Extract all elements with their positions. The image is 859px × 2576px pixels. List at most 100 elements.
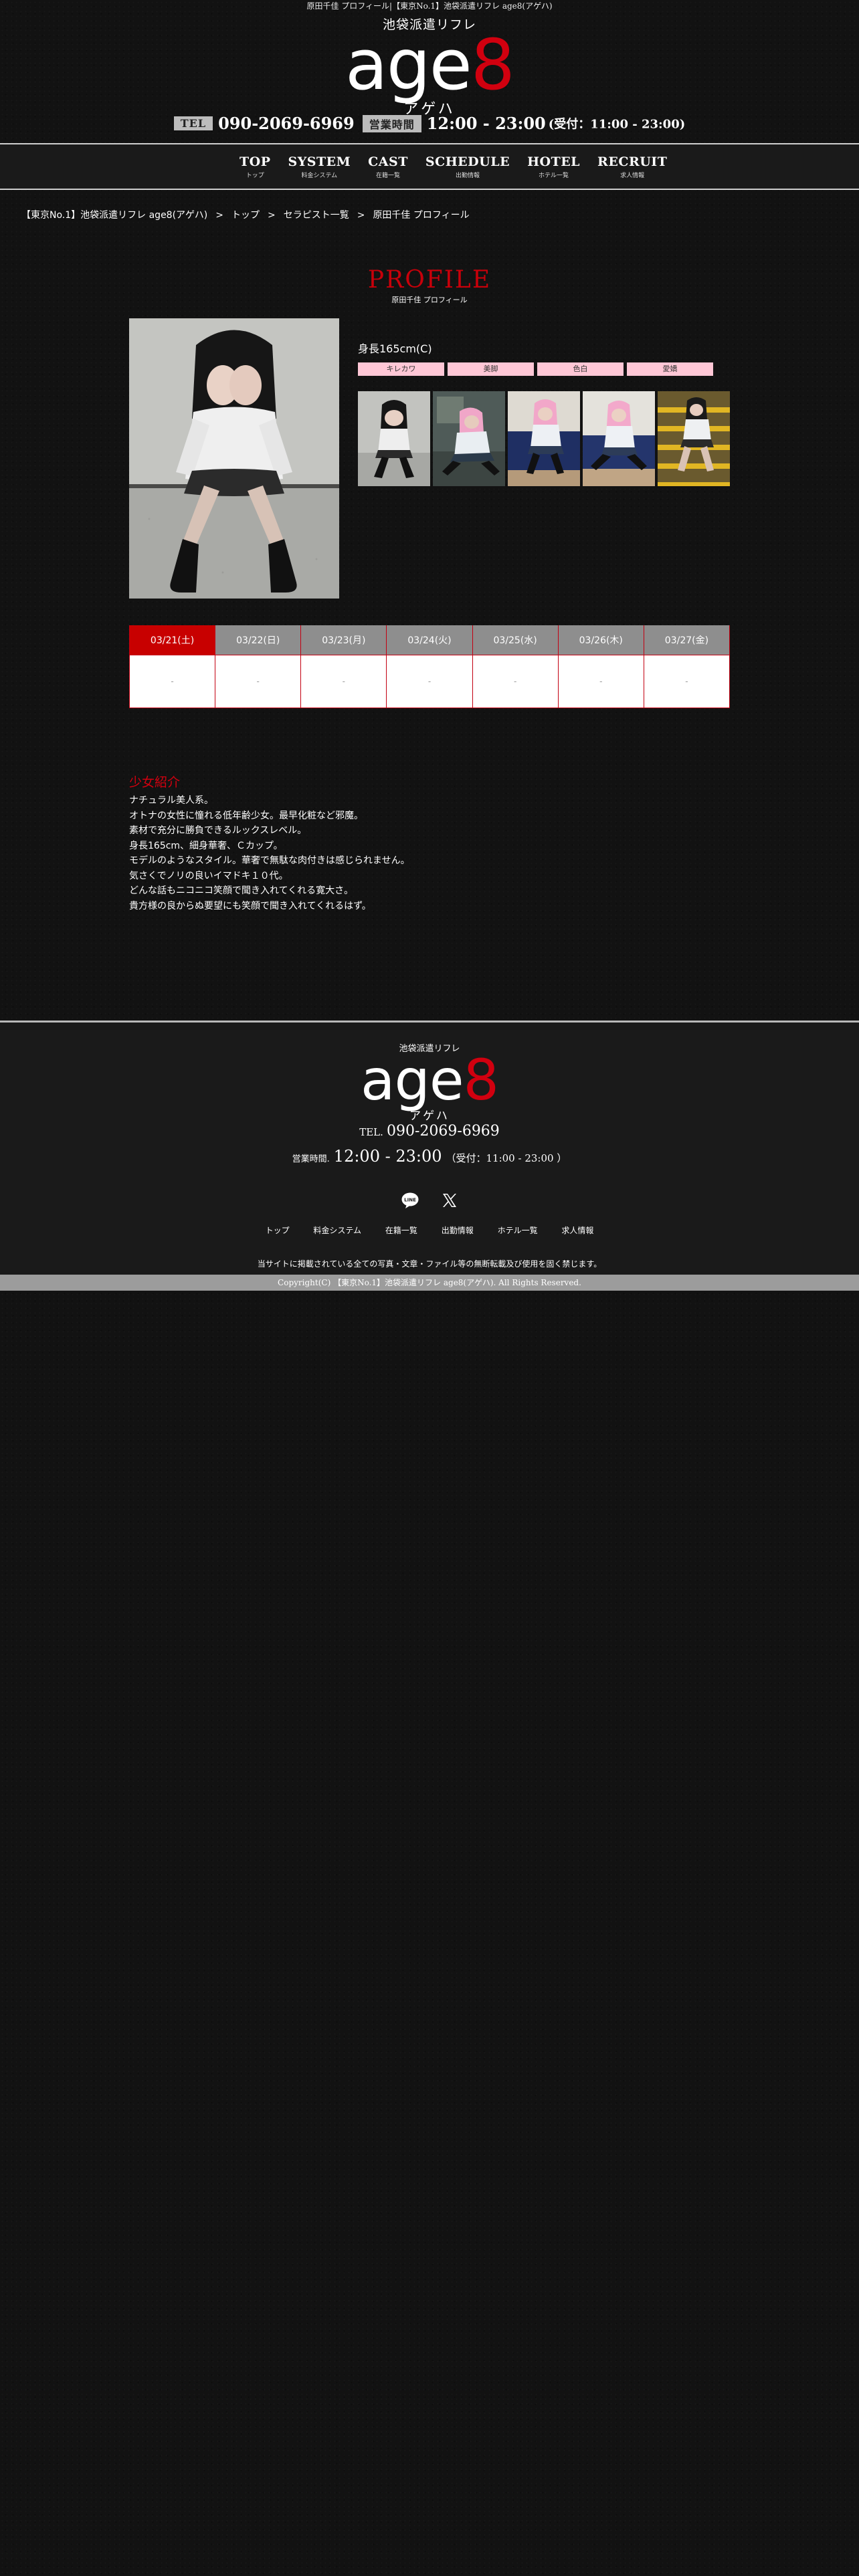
schedule-day: 03/25(水) [472,625,559,655]
hours-label: 営業時間 [362,114,421,132]
nav-item-top[interactable]: TOP トップ [240,155,270,181]
intro-line: ナチュラル美人系。 [129,795,213,806]
gallery-thumb[interactable] [508,391,580,486]
footer-logo-wordmark: age8 [0,1052,859,1108]
breadcrumb-home[interactable]: 【東京No.1】池袋派遣リフレ age8(アゲハ) [21,210,207,221]
intro-line: モデルのようなスタイル。華奢で無駄な肉付きは感じられません。 [129,855,410,866]
footer-link-schedule[interactable]: 出勤情報 [442,1226,474,1235]
logo-wordmark: age8 [0,30,859,100]
tag-irojiro: 色白 [537,362,624,376]
copyright-bar: Copyright(C) 【東京No.1】池袋派遣リフレ age8(アゲハ). … [0,1275,859,1291]
svg-text:LINE: LINE [405,1198,417,1203]
gallery-thumb[interactable] [358,391,430,486]
breadcrumb-therapist-list[interactable]: セラピスト一覧 [284,210,349,221]
footer-links: トップ 料金システム 在籍一覧 出勤情報 ホテル一覧 求人情報 [0,1224,859,1236]
nav-item-cast[interactable]: CAST 在籍一覧 [368,155,408,181]
tag-bikyaku: 美脚 [448,362,534,376]
footer-logo-text-red: 8 [463,1047,499,1113]
schedule-cell: - [557,655,644,708]
footer-logo[interactable]: 池袋派遣リフレ age8 アゲハ [0,1041,859,1123]
intro-line: 素材で充分に勝負できるルックスレベル。 [129,825,307,836]
logo-text-red: 8 [470,24,515,106]
intro-line: 貴方様の良からぬ要望にも笑顔で聞き入れてくれるはず。 [129,900,371,911]
breadcrumb-separator: > [357,210,365,221]
schedule-value-row: - - - - - - - [128,655,731,708]
footer-link-recruit[interactable]: 求人情報 [561,1226,593,1235]
footer-hours-label: 営業時間. [292,1154,330,1164]
tag-list: キレカワ 美脚 色白 愛嬌 [358,362,717,376]
intro-heading: 少女紹介 [129,775,181,790]
gallery-thumb[interactable] [658,391,730,486]
footer-logo-kana: アゲハ [409,1109,450,1123]
site-header: 原田千佳 プロフィール|【東京No.1】池袋派遣リフレ age8(アゲハ) 池袋… [0,0,859,143]
intro-line: オトナの女性に憧れる低年齢少女。最早化粧など邪魔。 [129,810,363,821]
schedule-day: 03/26(木) [557,625,644,655]
schedule-day: 03/22(日) [215,625,302,655]
breadcrumb-separator: > [267,210,276,221]
footer-logo-text-white: age [361,1047,464,1113]
gallery-thumb[interactable] [433,391,505,486]
site-footer: 池袋派遣リフレ age8 アゲハ TEL. 090-2069-6969 営業時間… [0,1021,859,1291]
thumbnail-gallery [358,391,733,486]
tel-label: TEL [173,116,213,130]
schedule-cell: - [386,655,473,708]
footer-business-hours: 12:00 - 23:00 [333,1147,442,1166]
tel-number[interactable]: 090-2069-6969 [218,114,355,133]
profile-title: PROFILE [367,266,492,294]
footer-link-cast[interactable]: 在籍一覧 [385,1226,417,1235]
page-tagline: 原田千佳 プロフィール|【東京No.1】池袋派遣リフレ age8(アゲハ) [306,1,553,11]
intro-line: 身長165cm、細身華奢、Ｃカップ。 [129,840,283,851]
footer-link-system[interactable]: 料金システム [313,1226,361,1235]
schedule-cell: - [643,655,731,708]
footer-link-hotel[interactable]: ホテル一覧 [498,1226,538,1235]
gallery-thumb[interactable] [583,391,655,486]
profile-heading: PROFILE 原田千佳 プロフィール [0,267,859,305]
tag-kirekawa: キレカワ [358,362,444,376]
copyright-notice: 当サイトに掲載されている全ての写真・文章・ファイル等の無断転載及び使用を固く禁じ… [257,1259,602,1269]
profile-subtitle: 原田千佳 プロフィール [391,296,468,304]
intro-line: 気さくでノリの良いイマドキ１０代。 [129,870,288,881]
breadcrumb-separator: > [215,210,223,221]
footer-reception-hours: （受付：11:00 - 23:00 ） [446,1152,567,1164]
breadcrumb: 【東京No.1】池袋派遣リフレ age8(アゲハ) > トップ > セラピスト一覧 > 原田… [21,208,470,221]
line-icon-svg: LINE [401,1192,419,1208]
nav-item-schedule[interactable]: SCHEDULE 出勤情報 [425,155,510,181]
site-logo[interactable]: 池袋派遣リフレ age8 アゲハ [0,15,859,118]
nav-item-recruit[interactable]: RECRUIT 求人情報 [597,155,667,181]
nav-item-system[interactable]: SYSTEM 料金システム [288,155,351,181]
thumb-image [508,391,580,486]
breadcrumb-top[interactable]: トップ [231,210,260,221]
nav-list: TOP トップ SYSTEM 料金システム CAST 在籍一覧 SCHEDULE 出勤情… [240,155,684,181]
thumb-image [583,391,655,486]
schedule-cell: - [300,655,387,708]
line-icon[interactable]: LINE [401,1192,419,1211]
schedule-day: 03/23(月) [300,625,387,655]
x-icon-svg [442,1194,456,1207]
schedule-header-row: 03/21(土) 03/22(日) 03/23(月) 03/24(火) 03/2… [128,625,731,655]
schedule-day-active: 03/21(土) [128,625,216,655]
main-profile-photo[interactable] [129,318,339,599]
schedule-cell: - [215,655,302,708]
intro-line: どんな話もニコニコ笑顔で聞き入れてくれる寛大さ。 [129,885,354,896]
business-hours: 12:00 - 23:00 [426,114,546,133]
photo-illustration [129,318,339,599]
social-links: LINE [0,1192,859,1211]
schedule-cell: - [472,655,559,708]
nav-item-hotel[interactable]: HOTEL ホテル一覧 [527,155,580,181]
schedule-day: 03/24(火) [386,625,473,655]
reception-hours: (受付：11:00 - 23:00) [548,117,686,132]
schedule-cell: - [128,655,216,708]
footer-tel: TEL. 090-2069-6969 [0,1123,859,1140]
thumb-image [358,391,430,486]
main-nav: TOP トップ SYSTEM 料金システム CAST 在籍一覧 SCHEDULE 出勤情… [0,143,859,190]
footer-link-top[interactable]: トップ [266,1226,290,1235]
logo-text-white: age [345,24,472,106]
footer-tel-number[interactable]: 090-2069-6969 [387,1123,500,1140]
footer-hours: 営業時間. 12:00 - 23:00 （受付：11:00 - 23:00 ） [0,1147,859,1166]
thumb-image [658,391,730,486]
header-contact: TEL 090-2069-6969 営業時間 12:00 - 23:00 (受付：11:… [0,114,859,133]
height-spec: 身長165cm(C) [358,342,432,355]
schedule-table: 03/21(土) 03/22(日) 03/23(月) 03/24(火) 03/2… [128,625,731,708]
intro-section: 少女紹介 ナチュラル美人系。 オトナの女性に憧れる低年齢少女。最早化粧など邪魔。… [129,772,664,914]
x-icon[interactable] [442,1192,458,1211]
